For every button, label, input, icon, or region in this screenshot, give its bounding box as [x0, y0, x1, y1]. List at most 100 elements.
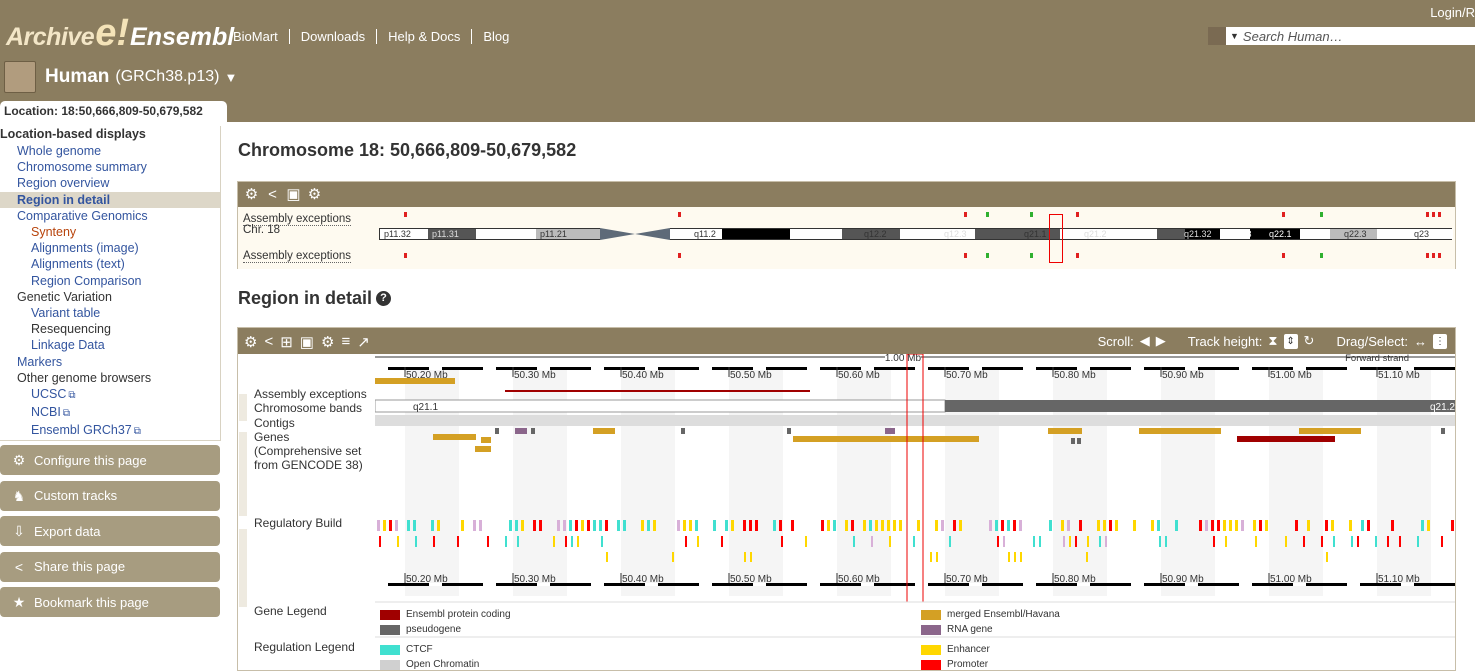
track-reorder-icon[interactable]: ≡: [341, 333, 350, 351]
regulatory-feature[interactable]: [1103, 520, 1106, 531]
regulatory-feature[interactable]: [672, 552, 674, 562]
regulatory-feature[interactable]: [1175, 520, 1178, 531]
regulatory-feature[interactable]: [913, 536, 915, 547]
regulatory-feature[interactable]: [930, 552, 932, 562]
regulatory-feature[interactable]: [936, 552, 938, 562]
regulatory-feature[interactable]: [959, 520, 962, 531]
sidebar-item-ncbi[interactable]: NCBI ⧉: [0, 404, 220, 422]
track-drag-handle[interactable]: [239, 432, 247, 516]
gene-glyph[interactable]: [681, 428, 685, 434]
regulatory-feature[interactable]: [881, 520, 884, 531]
image-export-icon[interactable]: ▣: [300, 333, 314, 351]
regulatory-feature[interactable]: [941, 520, 944, 531]
gene-glyph[interactable]: [515, 428, 527, 434]
regulatory-feature[interactable]: [695, 520, 698, 531]
reset-icon[interactable]: ↗: [357, 333, 370, 351]
gene-glyph[interactable]: [593, 428, 615, 434]
regulatory-feature[interactable]: [1399, 536, 1401, 547]
gene-glyph[interactable]: [1071, 438, 1075, 444]
regulatory-feature[interactable]: [1367, 520, 1370, 531]
regulatory-feature[interactable]: [571, 536, 573, 547]
regulatory-feature[interactable]: [851, 520, 854, 531]
regulatory-feature[interactable]: [1326, 552, 1328, 562]
regulatory-feature[interactable]: [623, 520, 626, 531]
chevron-down-icon[interactable]: ▼: [1230, 31, 1239, 41]
regulatory-feature[interactable]: [721, 536, 723, 547]
regulatory-feature[interactable]: [473, 520, 476, 531]
regulatory-feature[interactable]: [953, 520, 956, 531]
regulatory-feature[interactable]: [935, 520, 938, 531]
regulatory-feature[interactable]: [853, 536, 855, 547]
resize-icon[interactable]: ⊞: [280, 333, 293, 351]
regulatory-feature[interactable]: [1421, 520, 1424, 531]
regulatory-feature[interactable]: [395, 520, 398, 531]
regulatory-feature[interactable]: [1069, 536, 1071, 547]
region-highlight-box[interactable]: [906, 354, 924, 603]
regulatory-feature[interactable]: [533, 520, 536, 531]
regulatory-feature[interactable]: [863, 520, 866, 531]
regulatory-feature[interactable]: [1087, 536, 1089, 547]
regulatory-feature[interactable]: [397, 536, 399, 547]
region-highlight-box[interactable]: [1049, 214, 1063, 263]
resize-icon[interactable]: ⚙: [307, 187, 322, 202]
assembly-exception-marker[interactable]: [678, 212, 681, 217]
sidebar-item-synteny[interactable]: Synteny: [0, 224, 220, 240]
regulatory-feature[interactable]: [997, 536, 999, 547]
configure-this-page-button[interactable]: ⚙ Configure this page: [0, 445, 220, 475]
regulatory-feature[interactable]: [479, 520, 482, 531]
regulatory-feature[interactable]: [1295, 520, 1298, 531]
assembly-exception-marker[interactable]: [404, 212, 407, 217]
regulatory-feature[interactable]: [653, 520, 656, 531]
assembly-exception-marker[interactable]: [1320, 212, 1323, 217]
select-mode-icon[interactable]: ⋮: [1433, 333, 1447, 349]
regulatory-feature[interactable]: [1014, 552, 1016, 562]
sidebar-item-ucsc[interactable]: UCSC ⧉: [0, 386, 220, 404]
regulatory-feature[interactable]: [617, 520, 620, 531]
regulatory-feature[interactable]: [899, 520, 902, 531]
species-dropdown-icon[interactable]: ▼: [224, 70, 237, 85]
sidebar-item-whole-genome[interactable]: Whole genome: [0, 143, 220, 159]
regulatory-feature[interactable]: [577, 536, 579, 547]
regulatory-feature[interactable]: [1061, 520, 1064, 531]
regulatory-feature[interactable]: [1165, 536, 1167, 547]
regulatory-feature[interactable]: [725, 520, 728, 531]
regulatory-feature[interactable]: [893, 520, 896, 531]
regulatory-feature[interactable]: [1427, 520, 1430, 531]
assembly-exception-marker[interactable]: [1030, 212, 1033, 217]
regulatory-feature[interactable]: [1265, 520, 1268, 531]
regulatory-feature[interactable]: [1109, 520, 1112, 531]
regulatory-feature[interactable]: [713, 520, 716, 531]
regulatory-feature[interactable]: [1351, 536, 1353, 547]
regulatory-feature[interactable]: [875, 520, 878, 531]
regulatory-feature[interactable]: [845, 520, 848, 531]
regulatory-feature[interactable]: [1075, 536, 1077, 547]
regulatory-feature[interactable]: [413, 520, 416, 531]
track-label-genes[interactable]: Genes: [254, 431, 289, 444]
chromosome-band[interactable]: [476, 229, 536, 239]
assembly-exception-marker[interactable]: [404, 253, 407, 258]
search-input[interactable]: Search Human…: [1243, 29, 1343, 44]
track-label-chromosome-bands[interactable]: Chromosome bands: [254, 402, 362, 415]
regulatory-feature[interactable]: [805, 536, 807, 547]
assembly-exception-marker[interactable]: [1076, 253, 1079, 258]
regulatory-feature[interactable]: [1391, 520, 1394, 531]
regulatory-feature[interactable]: [581, 520, 584, 531]
regulatory-feature[interactable]: [647, 520, 650, 531]
band-q21.2[interactable]: [945, 400, 1456, 412]
regulatory-feature[interactable]: [995, 520, 998, 531]
species-selector[interactable]: Human (GRCh38.p13) ▼: [4, 61, 237, 93]
regulatory-feature[interactable]: [457, 536, 459, 547]
regulatory-feature[interactable]: [1001, 520, 1004, 531]
chromosome-band[interactable]: [1377, 229, 1403, 239]
gene-glyph[interactable]: [495, 428, 499, 434]
regulatory-feature[interactable]: [487, 536, 489, 547]
regulatory-feature[interactable]: [1033, 536, 1035, 547]
regulatory-feature[interactable]: [1020, 552, 1022, 562]
regulatory-feature[interactable]: [743, 520, 746, 531]
nav-blog[interactable]: Blog: [472, 29, 520, 44]
regulatory-feature[interactable]: [599, 520, 602, 531]
regulatory-feature[interactable]: [1321, 536, 1323, 547]
assembly-exception-marker[interactable]: [1282, 212, 1285, 217]
gene-glyph[interactable]: [475, 446, 491, 452]
regulatory-feature[interactable]: [1213, 536, 1215, 547]
